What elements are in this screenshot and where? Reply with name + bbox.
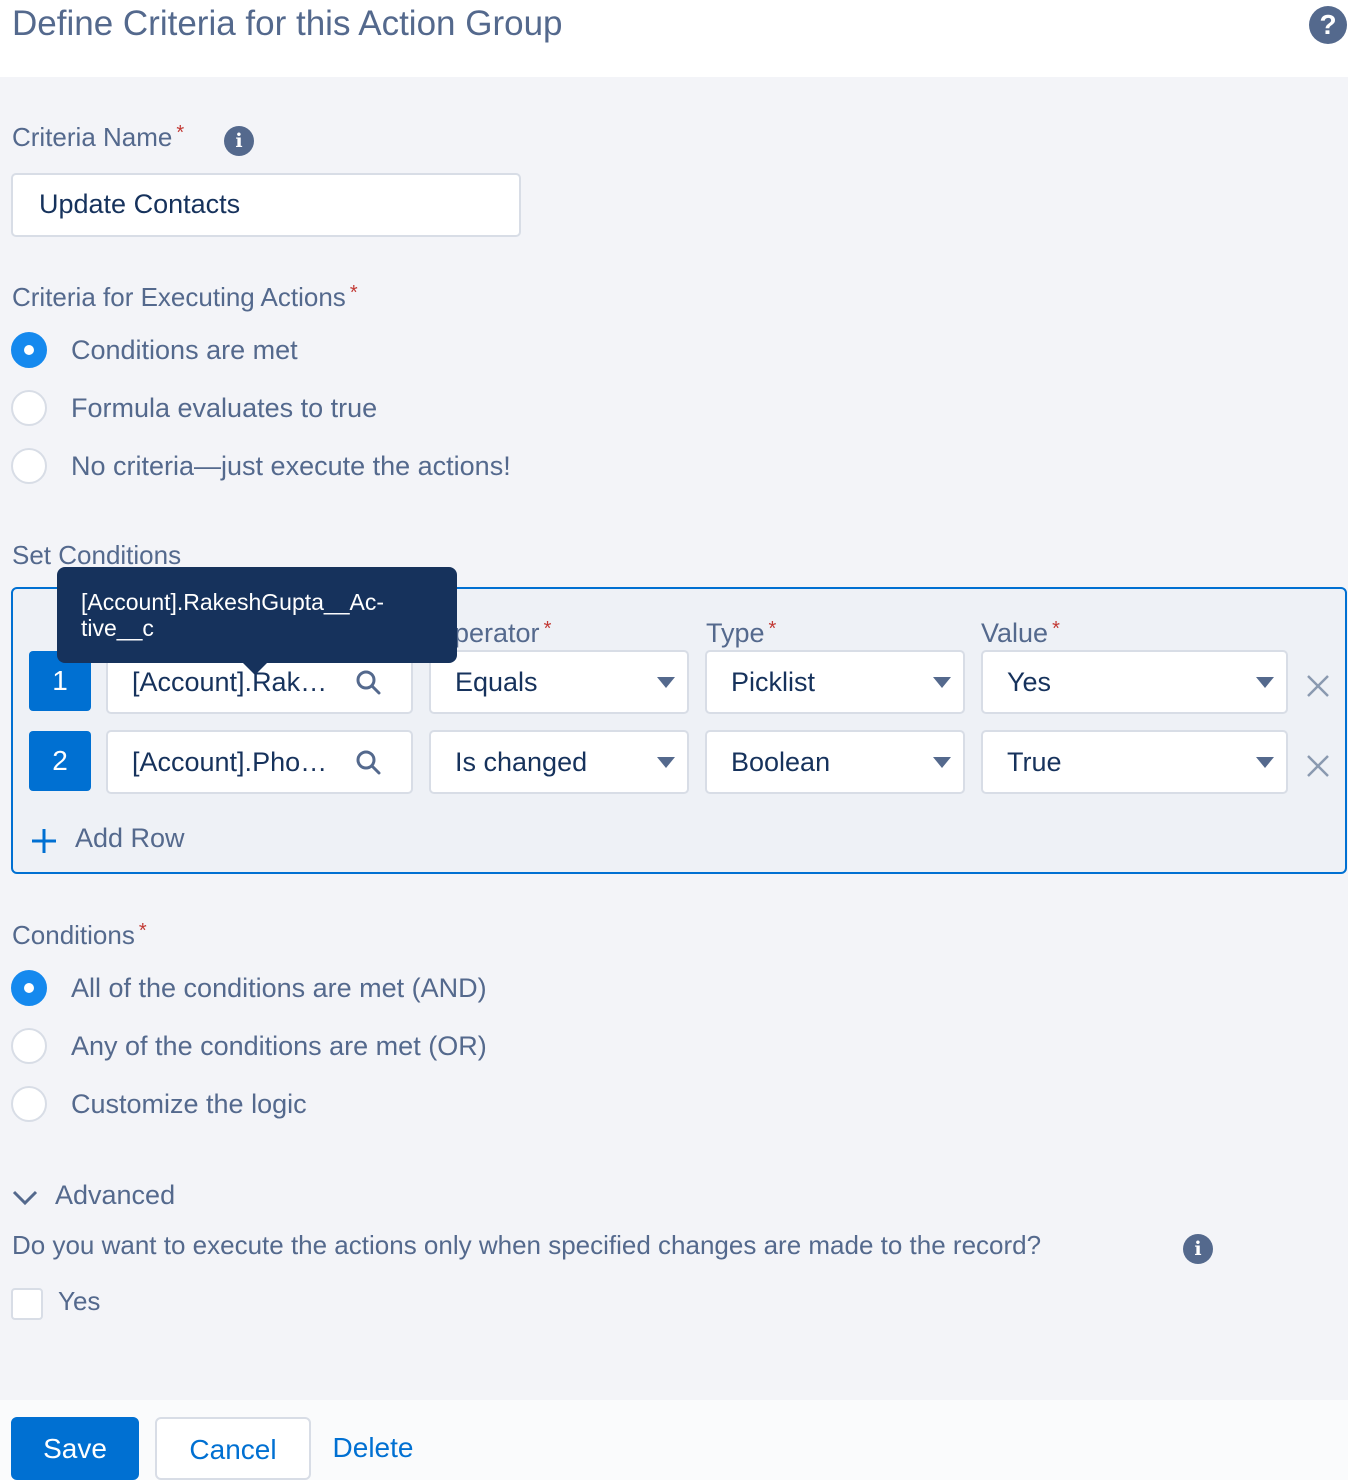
value-value: True — [1007, 747, 1062, 777]
search-icon[interactable] — [355, 669, 381, 695]
yes-checkbox[interactable] — [11, 1288, 43, 1320]
criteria-name-label-text: Criteria Name — [12, 122, 173, 152]
field-tooltip: [Account].RakeshGupta__Ac­tive__c — [57, 567, 457, 675]
field-lookup-input[interactable]: [Account].Pho… — [106, 730, 413, 794]
type-label: Type — [706, 618, 765, 648]
radio-label: All of the conditions are met (AND) — [71, 973, 487, 1003]
delete-button[interactable]: Delete — [318, 1417, 428, 1480]
modal-footer: Save Cancel Delete — [0, 1400, 1348, 1480]
radio-button[interactable] — [11, 448, 47, 484]
radio-button-selected[interactable] — [11, 970, 47, 1006]
help-icon[interactable]: ? — [1309, 6, 1347, 44]
required-asterisk: * — [138, 920, 147, 942]
row-number: 2 — [29, 731, 91, 791]
criteria-name-input[interactable]: Update Contacts — [11, 173, 521, 237]
caret-down-icon — [1256, 677, 1274, 688]
add-row-label: Add Row — [75, 823, 185, 853]
executing-actions-label: Criteria for Executing Actions * — [12, 282, 358, 313]
radio-label: Conditions are met — [71, 335, 298, 365]
caret-down-icon — [1256, 757, 1274, 768]
page-title: Define Criteria for this Action Group — [12, 4, 563, 43]
info-icon[interactable]: i — [1183, 1234, 1213, 1264]
type-select[interactable]: Boolean — [705, 730, 965, 794]
type-value: Boolean — [731, 747, 831, 777]
operator-value: Equals — [455, 667, 538, 697]
radio-button[interactable] — [11, 1028, 47, 1064]
required-asterisk: * — [176, 122, 185, 144]
required-asterisk: * — [349, 282, 358, 304]
value-label: Value — [981, 618, 1049, 648]
operator-select[interactable]: Is changed — [429, 730, 689, 794]
radio-button[interactable] — [11, 1086, 47, 1122]
caret-down-icon — [933, 677, 951, 688]
required-asterisk: * — [768, 618, 777, 640]
field-value: [Account].Rak… — [132, 667, 328, 697]
search-icon[interactable] — [355, 749, 381, 775]
caret-down-icon — [657, 757, 675, 768]
advanced-label: Advanced — [55, 1180, 176, 1210]
radio-label: No criteria—just execute the actions! — [71, 451, 511, 481]
advanced-question: Do you want to execute the actions only … — [12, 1230, 1042, 1260]
chevron-down-icon — [12, 1190, 38, 1206]
executing-actions-label-text: Criteria for Executing Actions — [12, 282, 346, 312]
required-asterisk: * — [1052, 618, 1060, 640]
plus-icon — [32, 829, 56, 853]
type-column-header: Type * — [706, 618, 776, 649]
radio-button-selected[interactable] — [11, 332, 47, 368]
modal-header: Define Criteria for this Action Group ? — [0, 0, 1348, 77]
cancel-button[interactable]: Cancel — [155, 1417, 311, 1480]
operator-select[interactable]: Equals — [429, 650, 689, 714]
field-value: [Account].Pho… — [132, 747, 328, 777]
conditions-label: Conditions * — [12, 920, 147, 951]
type-value: Picklist — [731, 667, 816, 697]
radio-label: Any of the conditions are met (OR) — [71, 1031, 487, 1061]
criteria-name-label: Criteria Name * — [12, 122, 184, 153]
caret-down-icon — [933, 757, 951, 768]
value-column-header: Value * — [981, 618, 1060, 649]
close-icon[interactable] — [1305, 753, 1331, 779]
radio-label: Formula evaluates to true — [71, 393, 378, 423]
type-select[interactable]: Picklist — [705, 650, 965, 714]
info-icon[interactable]: i — [224, 126, 254, 156]
value-select[interactable]: Yes — [981, 650, 1288, 714]
radio-label: Customize the logic — [71, 1089, 307, 1119]
required-asterisk: * — [543, 618, 552, 640]
value-value: Yes — [1007, 667, 1052, 697]
caret-down-icon — [657, 677, 675, 688]
operator-value: Is changed — [455, 747, 588, 777]
save-button[interactable]: Save — [11, 1417, 139, 1480]
close-icon[interactable] — [1305, 673, 1331, 699]
radio-button[interactable] — [11, 390, 47, 426]
conditions-label-text: Conditions — [12, 920, 135, 950]
checkbox-label: Yes — [58, 1286, 101, 1316]
value-select[interactable]: True — [981, 730, 1288, 794]
